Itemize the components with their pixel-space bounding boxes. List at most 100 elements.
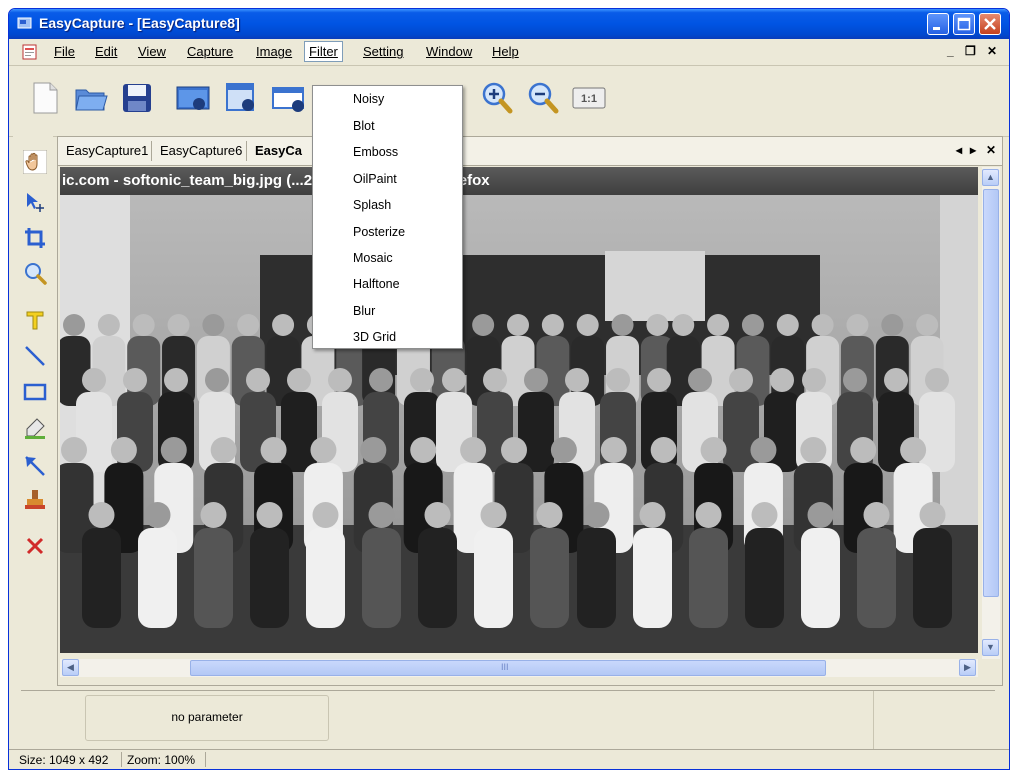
captured-photo[interactable] bbox=[60, 195, 978, 653]
person-head bbox=[811, 314, 834, 336]
delete-tool-button[interactable] bbox=[23, 534, 47, 558]
menu-window[interactable]: Window bbox=[423, 44, 475, 59]
person-head bbox=[167, 314, 190, 336]
filter-item-posterize[interactable]: Posterize bbox=[353, 225, 405, 239]
person-head bbox=[123, 368, 147, 392]
filter-item-3d-grid[interactable]: 3D Grid bbox=[353, 330, 396, 344]
app-icon bbox=[17, 17, 32, 29]
scroll-right-icon: ▶ bbox=[964, 662, 971, 672]
filter-item-mosaic[interactable]: Mosaic bbox=[353, 251, 393, 265]
title-bar[interactable]: EasyCapture - [EasyCapture8] bbox=[9, 9, 1009, 39]
person-head bbox=[919, 502, 946, 528]
person-head bbox=[776, 314, 799, 336]
person-head bbox=[61, 437, 87, 463]
select-move-tool-button[interactable] bbox=[23, 190, 47, 214]
capture-window-icon bbox=[226, 83, 254, 111]
person-body bbox=[689, 528, 728, 628]
tab-scroll-right-button[interactable]: ▸ bbox=[970, 143, 976, 157]
filter-item-oilpaint[interactable]: OilPaint bbox=[353, 172, 397, 186]
person-head bbox=[480, 502, 507, 528]
highlighter-tool-button[interactable] bbox=[23, 416, 47, 440]
horizontal-scrollbar[interactable]: ◀ III ▶ bbox=[60, 659, 978, 677]
tab-easycapture8[interactable]: EasyCa bbox=[255, 143, 302, 158]
mdi-minimize-button[interactable]: _ bbox=[947, 44, 954, 58]
scroll-left-button[interactable]: ◀ bbox=[62, 659, 79, 676]
filter-item-halftone[interactable]: Halftone bbox=[353, 277, 400, 291]
zoom-tool-button[interactable] bbox=[23, 261, 47, 285]
line-icon bbox=[25, 346, 45, 366]
tab-close-button[interactable]: ✕ bbox=[986, 143, 996, 157]
person-head bbox=[82, 368, 106, 392]
person-head bbox=[210, 437, 237, 463]
text-tool-button[interactable] bbox=[23, 308, 47, 332]
tab-scroll-left-button[interactable]: ◂ bbox=[956, 143, 962, 157]
capture-region-icon bbox=[272, 87, 304, 112]
filter-item-blot[interactable]: Blot bbox=[353, 119, 375, 133]
capture-screen-button[interactable] bbox=[175, 80, 211, 116]
horizontal-scroll-thumb[interactable]: III bbox=[190, 660, 826, 676]
minimize-button[interactable] bbox=[927, 13, 949, 35]
person-body bbox=[745, 528, 784, 628]
capture-window-button[interactable] bbox=[223, 80, 259, 116]
actual-size-button[interactable]: 1:1 bbox=[571, 80, 607, 116]
menu-edit[interactable]: Edit bbox=[92, 44, 120, 59]
vertical-scrollbar[interactable]: ▲ ▼ bbox=[982, 167, 1000, 659]
person-head bbox=[246, 368, 270, 392]
zoom-in-button[interactable] bbox=[479, 80, 515, 116]
person-head bbox=[900, 437, 927, 463]
menu-view[interactable]: View bbox=[135, 44, 169, 59]
person-head bbox=[863, 502, 890, 528]
person-body bbox=[474, 528, 513, 628]
rectangle-tool-button[interactable] bbox=[23, 380, 47, 404]
person-head bbox=[751, 502, 778, 528]
scroll-down-icon: ▼ bbox=[986, 642, 995, 652]
mdi-restore-button[interactable]: ❐ bbox=[965, 44, 976, 58]
zoom-out-icon bbox=[528, 82, 559, 114]
person-body bbox=[518, 392, 554, 472]
filter-item-noisy[interactable]: Noisy bbox=[353, 92, 384, 106]
person-head bbox=[672, 314, 695, 336]
person-head bbox=[501, 437, 527, 463]
filter-item-emboss[interactable]: Emboss bbox=[353, 145, 398, 159]
person-head bbox=[160, 437, 187, 463]
scroll-down-button[interactable]: ▼ bbox=[982, 639, 999, 656]
person-head bbox=[360, 437, 387, 463]
person-head bbox=[312, 502, 339, 528]
mdi-close-button[interactable]: ✕ bbox=[987, 44, 997, 58]
close-button[interactable] bbox=[979, 13, 1001, 35]
tab-easycapture1[interactable]: EasyCapture1 bbox=[66, 143, 148, 158]
person-head bbox=[110, 437, 137, 463]
hand-tool-button[interactable] bbox=[22, 149, 48, 175]
person-head bbox=[442, 368, 466, 392]
stamp-tool-button[interactable] bbox=[23, 488, 47, 512]
menu-image[interactable]: Image bbox=[253, 44, 295, 59]
menu-capture[interactable]: Capture bbox=[184, 44, 236, 59]
maximize-button[interactable] bbox=[953, 13, 975, 35]
crop-tool-button[interactable] bbox=[23, 226, 47, 250]
open-button[interactable] bbox=[73, 80, 109, 116]
tab-easycapture6[interactable]: EasyCapture6 bbox=[160, 143, 242, 158]
line-tool-button[interactable] bbox=[23, 344, 47, 368]
menu-file[interactable]: File bbox=[51, 44, 78, 59]
menu-help[interactable]: Help bbox=[489, 44, 522, 59]
scroll-right-button[interactable]: ▶ bbox=[959, 659, 976, 676]
person-head bbox=[916, 314, 939, 336]
person-head bbox=[164, 368, 188, 392]
stamp-icon bbox=[25, 490, 45, 509]
scroll-up-button[interactable]: ▲ bbox=[982, 169, 999, 186]
zoom-out-button[interactable] bbox=[525, 80, 561, 116]
person-head bbox=[707, 314, 730, 336]
arrow-tool-button[interactable] bbox=[23, 454, 47, 478]
person-head bbox=[600, 437, 627, 463]
vertical-scroll-thumb[interactable] bbox=[983, 189, 999, 597]
filter-item-splash[interactable]: Splash bbox=[353, 198, 391, 212]
crop-icon bbox=[25, 228, 45, 248]
menu-filter[interactable]: Filter bbox=[304, 41, 343, 62]
new-button[interactable] bbox=[27, 80, 63, 116]
capture-region-button[interactable] bbox=[271, 80, 307, 116]
filter-item-blur[interactable]: Blur bbox=[353, 304, 375, 318]
menu-setting[interactable]: Setting bbox=[360, 44, 406, 59]
person-body bbox=[577, 528, 616, 628]
save-button[interactable] bbox=[119, 80, 155, 116]
person-body bbox=[801, 528, 840, 628]
